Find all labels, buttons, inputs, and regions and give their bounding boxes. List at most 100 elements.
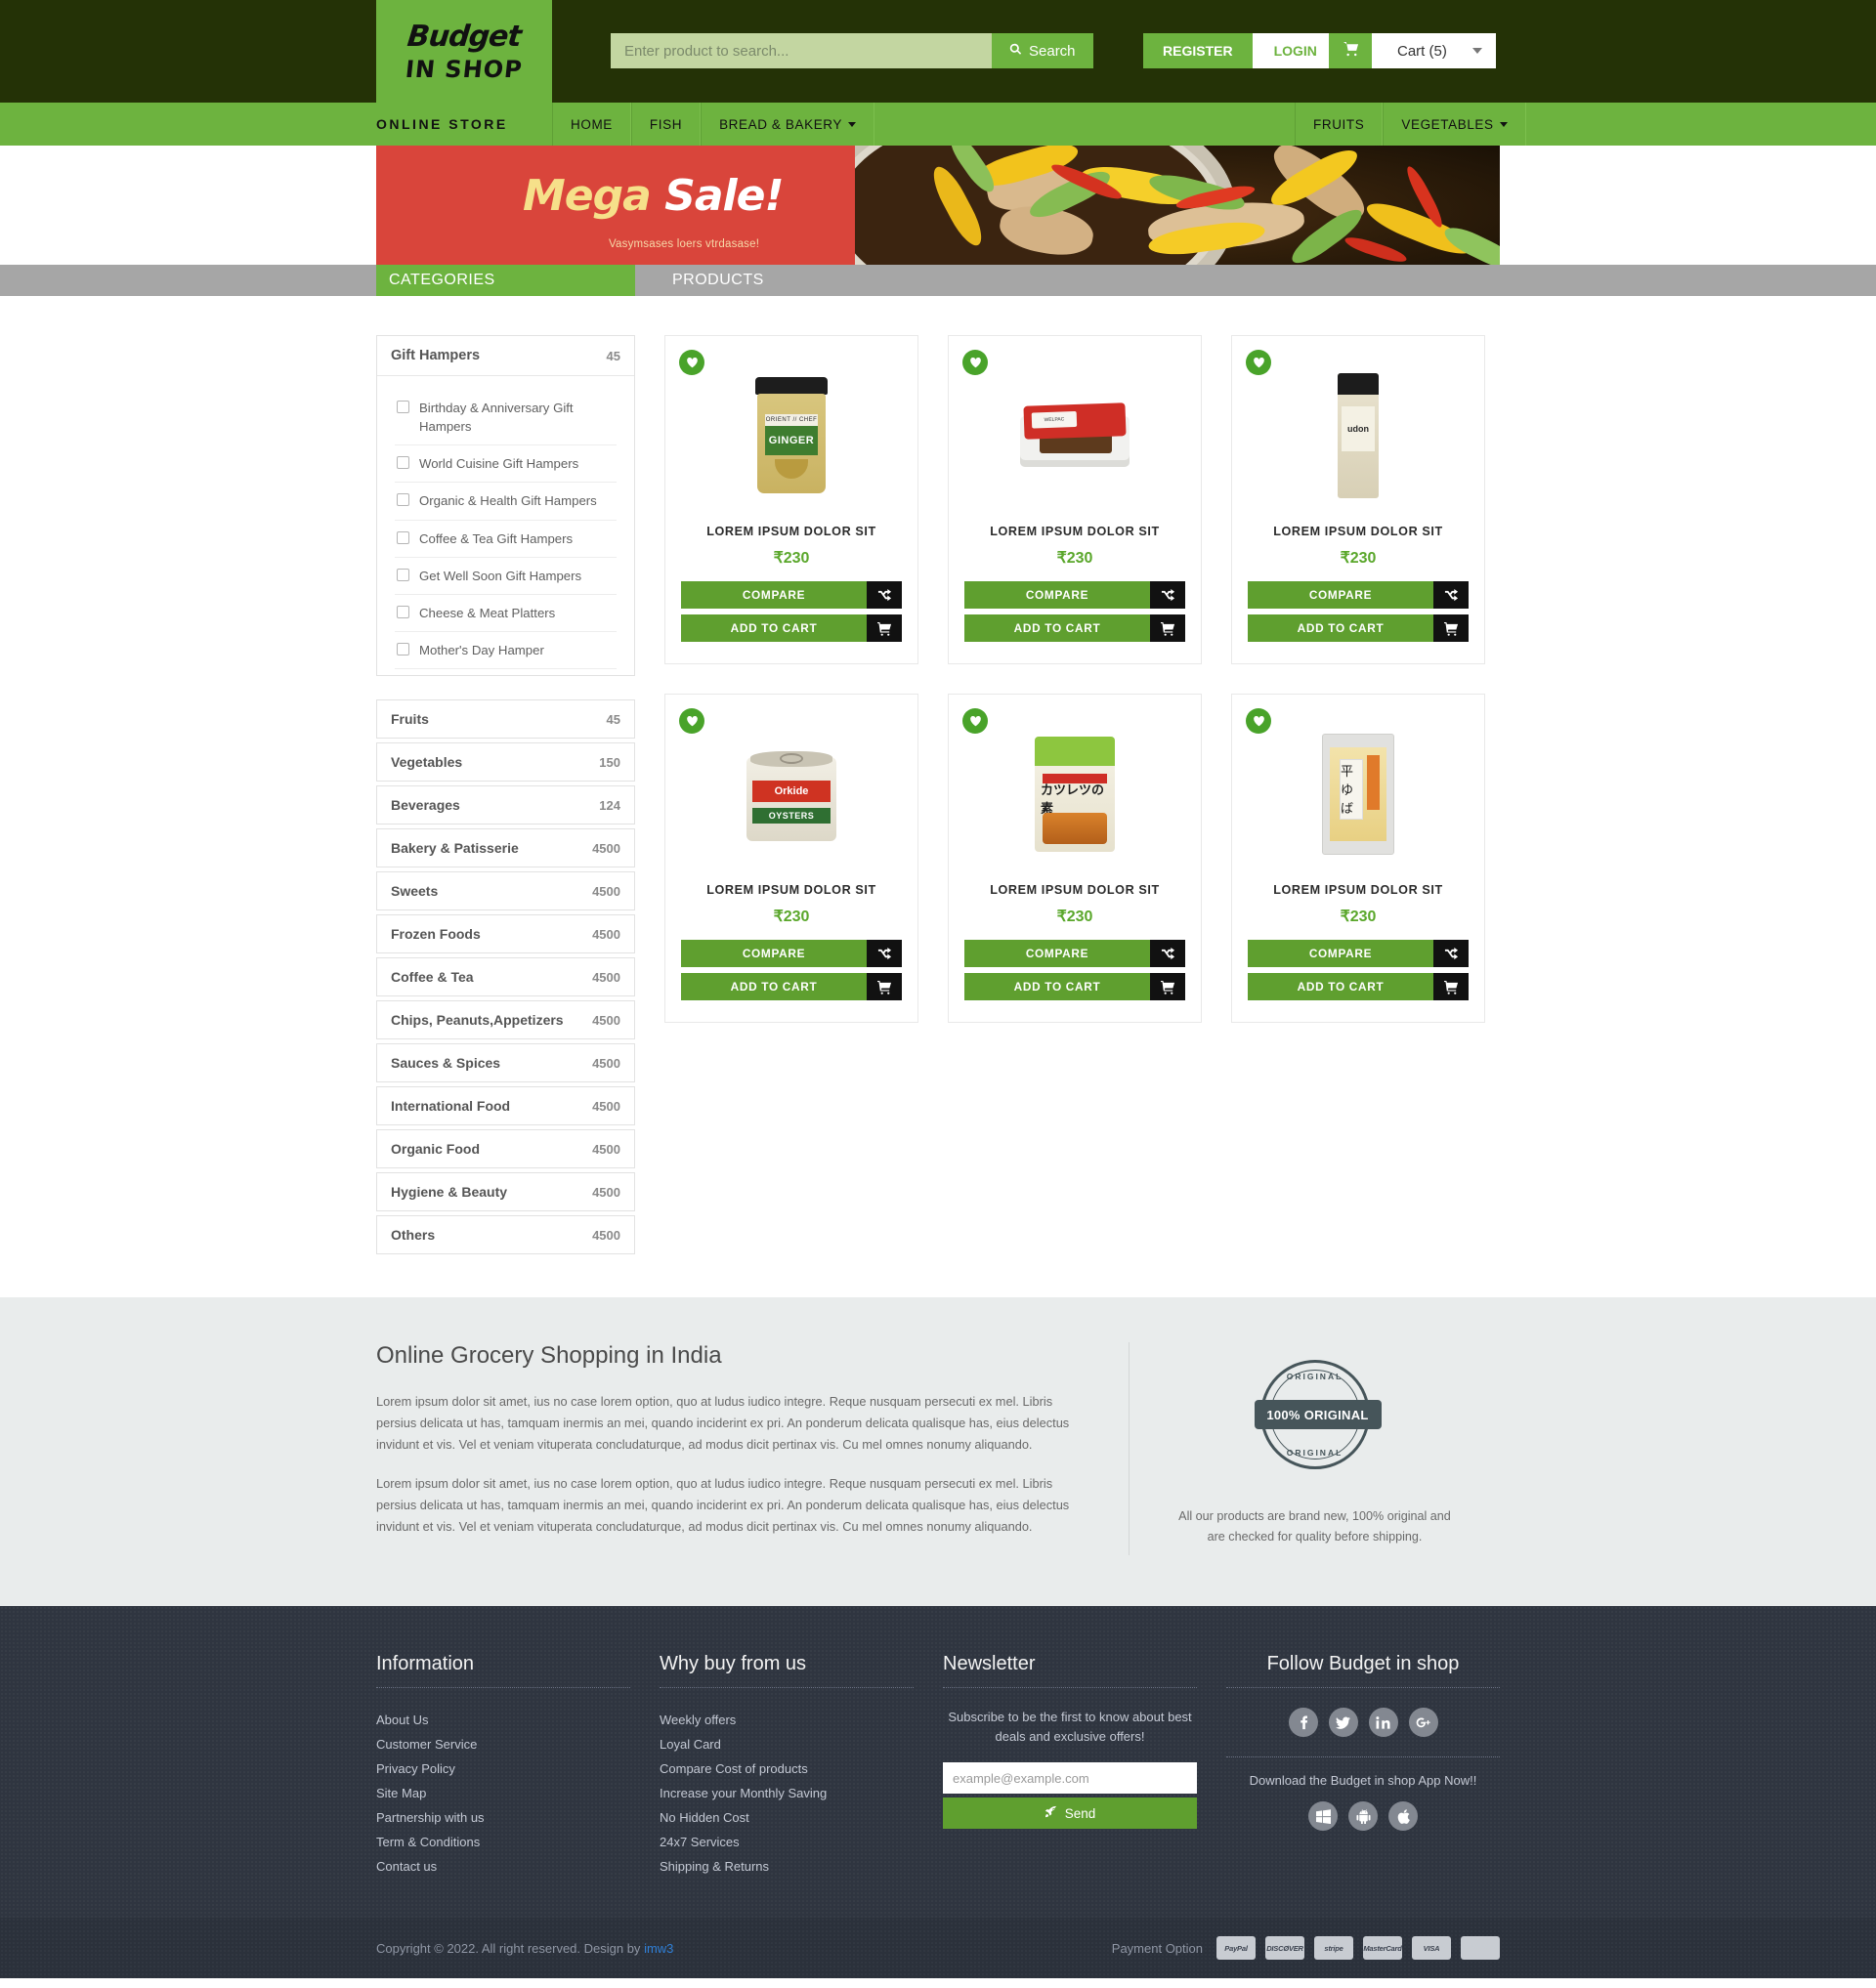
compare-button-label[interactable]: COMPARE xyxy=(1248,940,1433,967)
checkbox-icon[interactable] xyxy=(397,642,409,656)
add-to-cart-button[interactable]: ADD TO CART xyxy=(681,614,902,642)
login-button[interactable]: LOGIN xyxy=(1252,33,1339,68)
footer-link-about-us[interactable]: About Us xyxy=(376,1708,630,1732)
category-row-fruits[interactable]: Fruits 45 xyxy=(376,699,635,740)
newsletter-send-button[interactable]: Send xyxy=(943,1798,1197,1830)
search-input[interactable] xyxy=(611,33,992,68)
add-to-cart-button[interactable]: ADD TO CART xyxy=(1248,614,1469,642)
compare-button[interactable]: COMPARE xyxy=(1248,581,1469,609)
subcategory-item[interactable]: Get Well Soon Gift Hampers xyxy=(395,558,617,595)
register-button[interactable]: REGISTER xyxy=(1143,33,1253,68)
footer-link-privacy-policy[interactable]: Privacy Policy xyxy=(376,1756,630,1781)
category-row-others[interactable]: Others 4500 xyxy=(376,1215,635,1255)
cart-dropdown[interactable]: Cart (5) xyxy=(1372,33,1496,68)
android-icon[interactable] xyxy=(1348,1801,1378,1832)
nav-item-fruits[interactable]: FRUITS xyxy=(1295,103,1384,146)
checkbox-icon[interactable] xyxy=(397,401,409,413)
compare-button-label[interactable]: COMPARE xyxy=(964,940,1150,967)
compare-button[interactable]: COMPARE xyxy=(1248,940,1469,967)
subcategory-item[interactable]: World Cuisine Gift Hampers xyxy=(395,445,617,484)
wishlist-heart-icon[interactable] xyxy=(1246,708,1271,734)
add-to-cart-button[interactable]: ADD TO CART xyxy=(1248,973,1469,1000)
wishlist-heart-icon[interactable] xyxy=(679,350,704,375)
compare-button[interactable]: COMPARE xyxy=(964,940,1185,967)
windows-icon[interactable] xyxy=(1308,1801,1338,1832)
add-to-cart-button-label[interactable]: ADD TO CART xyxy=(681,973,867,1000)
footer-link-loyal-card[interactable]: Loyal Card xyxy=(660,1732,914,1756)
compare-button[interactable]: COMPARE xyxy=(681,581,902,609)
footer-link-24x7-services[interactable]: 24x7 Services xyxy=(660,1830,914,1854)
subcategory-item[interactable]: Mother's Day Hamper xyxy=(395,632,617,670)
add-to-cart-button[interactable]: ADD TO CART xyxy=(681,973,902,1000)
footer-link-weekly-offers[interactable]: Weekly offers xyxy=(660,1708,914,1732)
facebook-icon[interactable] xyxy=(1288,1708,1318,1738)
wishlist-heart-icon[interactable] xyxy=(1246,350,1271,375)
product-card[interactable]: カツレツの素 LOREM IPSUM DOLOR SIT ₹230 COMPAR… xyxy=(948,694,1202,1023)
product-card[interactable]: WELPAC LOREM IPSUM DOLOR SIT ₹230 COMPAR… xyxy=(948,335,1202,664)
checkbox-icon[interactable] xyxy=(397,605,409,618)
wishlist-heart-icon[interactable] xyxy=(679,708,704,734)
footer-link-customer-service[interactable]: Customer Service xyxy=(376,1732,630,1756)
apple-icon[interactable] xyxy=(1388,1801,1418,1832)
category-row-sweets[interactable]: Sweets 4500 xyxy=(376,871,635,911)
add-to-cart-button-label[interactable]: ADD TO CART xyxy=(1248,973,1433,1000)
gift-hampers-header[interactable]: Gift Hampers 45 xyxy=(377,336,634,376)
category-row-hygiene-beauty[interactable]: Hygiene & Beauty 4500 xyxy=(376,1172,635,1212)
compare-button-label[interactable]: COMPARE xyxy=(1248,581,1433,609)
compare-button-label[interactable]: COMPARE xyxy=(681,940,867,967)
hero-banner[interactable]: Mega Sale! Vasymsases loers vtrdasase! xyxy=(376,146,1500,265)
footer-link-contact-us[interactable]: Contact us xyxy=(376,1854,630,1879)
checkbox-icon[interactable] xyxy=(397,456,409,470)
cart-icon-button[interactable] xyxy=(1329,33,1372,68)
newsletter-email-input[interactable] xyxy=(943,1762,1197,1795)
footer-link-no-hidden-cost[interactable]: No Hidden Cost xyxy=(660,1805,914,1830)
category-row-coffee-tea[interactable]: Coffee & Tea 4500 xyxy=(376,957,635,997)
search-button[interactable]: Search xyxy=(992,33,1093,68)
designer-link[interactable]: imw3 xyxy=(644,1941,673,1956)
category-row-chips-peanuts-appetizers[interactable]: Chips, Peanuts,Appetizers 4500 xyxy=(376,1000,635,1040)
footer-link-shipping-returns[interactable]: Shipping & Returns xyxy=(660,1854,914,1879)
add-to-cart-button[interactable]: ADD TO CART xyxy=(964,973,1185,1000)
category-row-frozen-foods[interactable]: Frozen Foods 4500 xyxy=(376,914,635,954)
wishlist-heart-icon[interactable] xyxy=(962,708,988,734)
product-card[interactable]: 平ゆば LOREM IPSUM DOLOR SIT ₹230 COMPARE A… xyxy=(1231,694,1485,1023)
site-logo[interactable]: Budget IN SHOP xyxy=(376,0,552,103)
compare-button[interactable]: COMPARE xyxy=(681,940,902,967)
product-card[interactable]: ORIENT // CHEF GINGER LOREM IPSUM DOLOR … xyxy=(664,335,918,664)
footer-link-compare-cost[interactable]: Compare Cost of products xyxy=(660,1756,914,1781)
category-row-bakery-patisserie[interactable]: Bakery & Patisserie 4500 xyxy=(376,828,635,868)
subcategory-item[interactable]: Cheese & Meat Platters xyxy=(395,595,617,632)
compare-button-label[interactable]: COMPARE xyxy=(964,581,1150,609)
category-row-sauces-spices[interactable]: Sauces & Spices 4500 xyxy=(376,1043,635,1083)
category-row-organic-food[interactable]: Organic Food 4500 xyxy=(376,1129,635,1169)
nav-item-fish[interactable]: FISH xyxy=(630,103,702,146)
subcategory-item[interactable]: Organic & Health Gift Hampers xyxy=(395,483,617,521)
wishlist-heart-icon[interactable] xyxy=(962,350,988,375)
add-to-cart-button-label[interactable]: ADD TO CART xyxy=(964,973,1150,1000)
nav-item-bread-bakery[interactable]: BREAD & BAKERY xyxy=(701,103,875,146)
footer-link-terms[interactable]: Term & Conditions xyxy=(376,1830,630,1854)
footer-link-partnership[interactable]: Partnership with us xyxy=(376,1805,630,1830)
linkedin-icon[interactable] xyxy=(1368,1708,1398,1738)
nav-item-home[interactable]: HOME xyxy=(552,103,631,146)
subcategory-item[interactable]: Birthday & Anniversary Gift Hampers xyxy=(395,390,617,446)
footer-link-monthly-saving[interactable]: Increase your Monthly Saving xyxy=(660,1781,914,1805)
checkbox-icon[interactable] xyxy=(397,568,409,581)
category-row-international-food[interactable]: International Food 4500 xyxy=(376,1086,635,1126)
checkbox-icon[interactable] xyxy=(397,493,409,507)
footer-link-site-map[interactable]: Site Map xyxy=(376,1781,630,1805)
add-to-cart-button-label[interactable]: ADD TO CART xyxy=(1248,614,1433,642)
product-card[interactable]: Orkide OYSTERS LOREM IPSUM DOLOR SIT ₹23… xyxy=(664,694,918,1023)
add-to-cart-button-label[interactable]: ADD TO CART xyxy=(964,614,1150,642)
add-to-cart-button-label[interactable]: ADD TO CART xyxy=(681,614,867,642)
category-row-vegetables[interactable]: Vegetables 150 xyxy=(376,742,635,783)
twitter-icon[interactable] xyxy=(1328,1708,1358,1738)
compare-button-label[interactable]: COMPARE xyxy=(681,581,867,609)
google-plus-icon[interactable] xyxy=(1408,1708,1438,1738)
subcategory-item[interactable]: Coffee & Tea Gift Hampers xyxy=(395,521,617,558)
category-row-beverages[interactable]: Beverages 124 xyxy=(376,785,635,825)
compare-button[interactable]: COMPARE xyxy=(964,581,1185,609)
add-to-cart-button[interactable]: ADD TO CART xyxy=(964,614,1185,642)
product-card[interactable]: udon LOREM IPSUM DOLOR SIT ₹230 COMPARE xyxy=(1231,335,1485,664)
nav-item-vegetables[interactable]: VEGETABLES xyxy=(1383,103,1526,146)
